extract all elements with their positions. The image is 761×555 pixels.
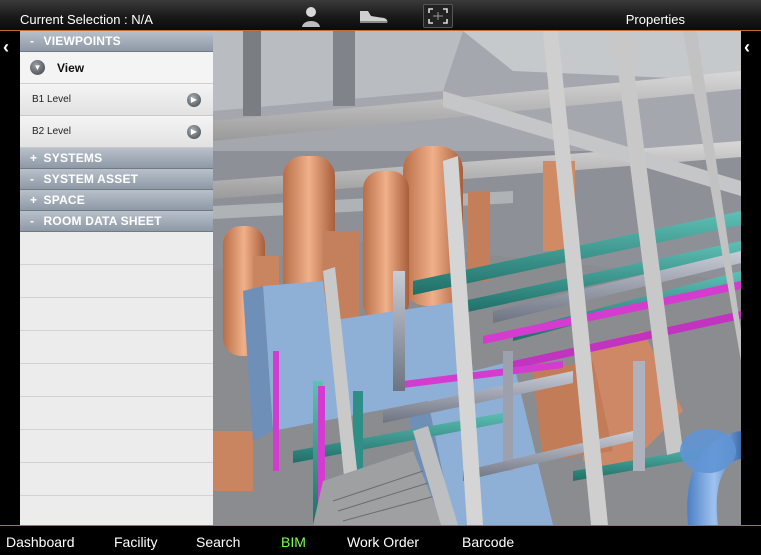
level-row-b2[interactable]: B2 Level ▶ — [20, 116, 213, 148]
viewpoints-panel: - VIEWPOINTS ▼ View B1 Level ▶ B2 Level … — [20, 31, 213, 525]
current-selection-label: Current Selection : N/A — [20, 12, 153, 27]
empty-list — [20, 232, 213, 525]
section-label: SYSTEMS — [43, 151, 103, 165]
fit-view-button[interactable] — [423, 4, 453, 28]
section-label: SYSTEM ASSET — [43, 172, 139, 186]
view-group-label: View — [57, 60, 85, 75]
chevron-left-icon: ‹ — [3, 37, 9, 57]
level-label: B1 Level — [32, 94, 71, 105]
collapse-left-panel-button[interactable]: ‹ — [0, 31, 20, 525]
section-viewpoints[interactable]: - VIEWPOINTS — [20, 31, 213, 52]
section-label: VIEWPOINTS — [43, 34, 121, 48]
expand-right-panel-button[interactable]: ‹ — [741, 31, 761, 525]
chevron-right-icon: ▶ — [187, 124, 201, 139]
bim-3d-viewport[interactable] — [213, 31, 741, 525]
chevron-right-icon: ▶ — [187, 92, 201, 107]
list-item — [20, 232, 213, 265]
bottom-nav: Dashboard Facility Search BIM Work Order… — [0, 525, 761, 555]
section-systems[interactable]: + SYSTEMS — [20, 148, 213, 169]
walk-mode-button[interactable] — [356, 4, 390, 28]
expand-sign: + — [30, 151, 38, 165]
list-item — [20, 430, 213, 463]
level-label: B2 Level — [32, 126, 71, 137]
top-bar: Current Selection : N/A Properties — [0, 0, 761, 31]
bim-model-render — [213, 31, 741, 525]
chevron-left-icon: ‹ — [744, 37, 750, 57]
person-icon — [302, 7, 320, 27]
properties-button[interactable]: Properties — [626, 12, 685, 27]
collapse-sign: - — [30, 34, 35, 48]
expand-sign: + — [30, 193, 38, 207]
fit-view-icon — [428, 8, 448, 24]
list-item — [20, 331, 213, 364]
nav-barcode[interactable]: Barcode — [462, 534, 514, 550]
list-item — [20, 364, 213, 397]
nav-bim[interactable]: BIM — [281, 534, 306, 550]
section-system-asset[interactable]: - SYSTEM ASSET — [20, 169, 213, 190]
list-item — [20, 265, 213, 298]
section-space[interactable]: + SPACE — [20, 190, 213, 211]
list-item — [20, 463, 213, 496]
walk-shoe-icon — [360, 11, 388, 23]
section-room-data-sheet[interactable]: - ROOM DATA SHEET — [20, 211, 213, 232]
person-view-button[interactable] — [298, 4, 324, 28]
level-row-b1[interactable]: B1 Level ▶ — [20, 84, 213, 116]
collapse-sign: - — [30, 172, 35, 186]
collapse-sign: - — [30, 214, 35, 228]
view-group-row[interactable]: ▼ View — [20, 52, 213, 84]
section-label: ROOM DATA SHEET — [43, 214, 162, 228]
nav-search[interactable]: Search — [196, 534, 240, 550]
nav-work-order[interactable]: Work Order — [347, 534, 419, 550]
nav-facility[interactable]: Facility — [114, 534, 158, 550]
list-item — [20, 298, 213, 331]
nav-dashboard[interactable]: Dashboard — [6, 534, 75, 550]
chevron-down-icon: ▼ — [30, 60, 45, 75]
list-item — [20, 397, 213, 430]
section-label: SPACE — [43, 193, 85, 207]
